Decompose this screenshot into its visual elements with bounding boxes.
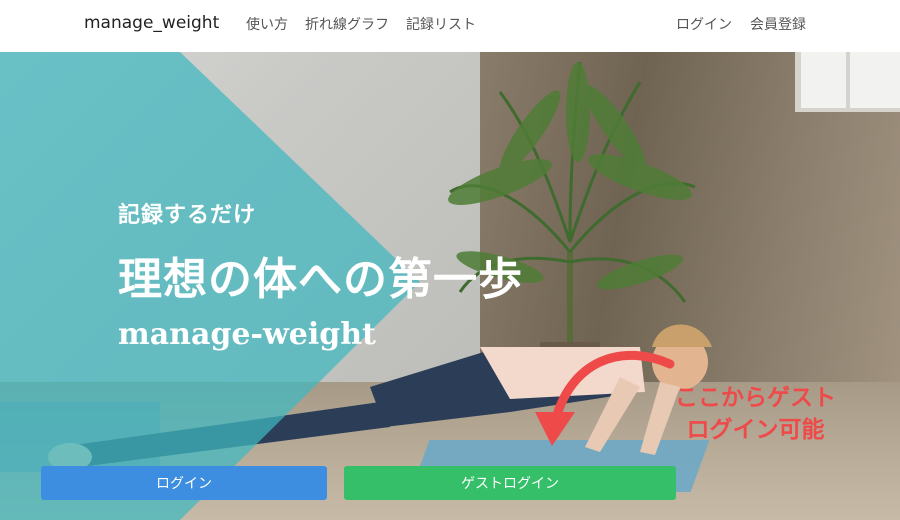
nav-right: ログイン 会員登録 [676,14,806,34]
annotation-line-2: ログイン可能 [686,417,825,443]
guest-login-button[interactable]: ゲストログイン [344,466,676,500]
hero-subtitle: 記録するだけ [118,202,257,228]
guest-login-annotation: ここからゲスト ログイン可能 [675,382,836,446]
hero-app-name: manage-weight [118,317,376,352]
nav-link-line-graph[interactable]: 折れ線グラフ [305,14,389,34]
nav-link-record-list[interactable]: 記録リスト [406,14,476,34]
hero-title: 理想の体への第一歩 [118,254,523,305]
login-button[interactable]: ログイン [41,466,327,500]
curved-arrow-icon [535,350,675,446]
navbar: manage_weight 使い方 折れ線グラフ 記録リスト ログイン 会員登録 [0,0,900,52]
hero-section: 記録するだけ 理想の体への第一歩 manage-weight ここからゲスト ロ… [0,52,900,520]
nav-link-login[interactable]: ログイン [676,14,732,34]
hero-text-block: 記録するだけ 理想の体への第一歩 manage-weight [118,197,523,352]
nav-link-how-to-use[interactable]: 使い方 [246,14,288,34]
brand-link[interactable]: manage_weight [84,13,219,33]
nav-link-signup[interactable]: 会員登録 [750,14,806,34]
annotation-line-1: ここからゲスト [675,385,836,411]
nav-left: 使い方 折れ線グラフ 記録リスト [246,14,476,34]
